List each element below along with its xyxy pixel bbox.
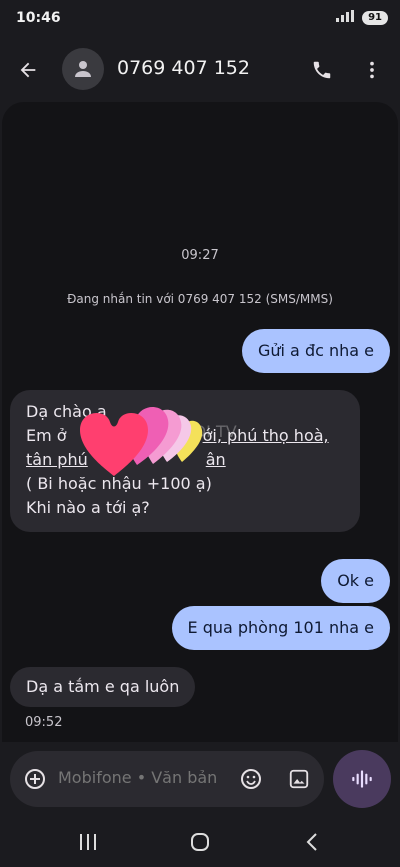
signal-icon <box>336 10 358 25</box>
emoji-button[interactable] <box>238 766 264 792</box>
add-circle-icon <box>25 769 45 789</box>
emoji-icon <box>241 769 261 789</box>
status-bar: 10:46 91 <box>0 0 400 36</box>
message-line: Khi nào a tới ạ? <box>26 498 150 517</box>
conversation-info: Đang nhắn tin với 0769 407 152 (SMS/MMS) <box>67 292 333 306</box>
voice-wave-icon <box>352 770 372 788</box>
message-bubble-outgoing[interactable]: E qua phòng 101 nha e <box>171 606 390 650</box>
recent-apps-button[interactable] <box>73 829 103 855</box>
timestamp: 09:52 <box>25 715 63 730</box>
home-icon <box>191 833 209 851</box>
person-icon <box>75 61 91 77</box>
status-icons: 91 <box>336 10 388 25</box>
contact-name[interactable]: 0769 407 152 <box>117 57 250 79</box>
back-nav-button[interactable] <box>297 829 327 855</box>
timestamp: 09:27 <box>181 248 219 263</box>
message-input[interactable] <box>58 768 228 787</box>
message-bubble-incoming[interactable]: Dạ a tắm e qa luôn <box>10 667 196 707</box>
more-vert-icon <box>370 61 374 79</box>
arrow-left-icon <box>20 62 36 78</box>
conversation-header: 0769 407 152 <box>0 44 400 94</box>
system-nav-bar <box>0 815 400 867</box>
add-attachment-button[interactable] <box>22 766 48 792</box>
chevron-left-icon <box>306 833 317 851</box>
status-time: 10:46 <box>16 10 61 26</box>
phone-icon <box>313 61 331 79</box>
compose-bar <box>10 751 324 807</box>
gallery-button[interactable] <box>286 766 312 792</box>
call-button[interactable] <box>308 56 336 84</box>
battery-indicator: 91 <box>362 10 388 25</box>
image-icon <box>289 769 309 789</box>
more-options-button[interactable] <box>358 56 386 84</box>
back-button[interactable] <box>14 56 42 84</box>
message-bubble-outgoing[interactable]: Gửi a đc nha e <box>241 329 390 373</box>
message-bubble-outgoing[interactable]: Ok e <box>321 559 390 603</box>
heart-sticker <box>80 406 203 476</box>
avatar[interactable] <box>62 48 104 90</box>
home-button[interactable] <box>185 829 215 855</box>
recents-icon <box>80 834 96 850</box>
voice-message-button[interactable] <box>333 750 391 808</box>
